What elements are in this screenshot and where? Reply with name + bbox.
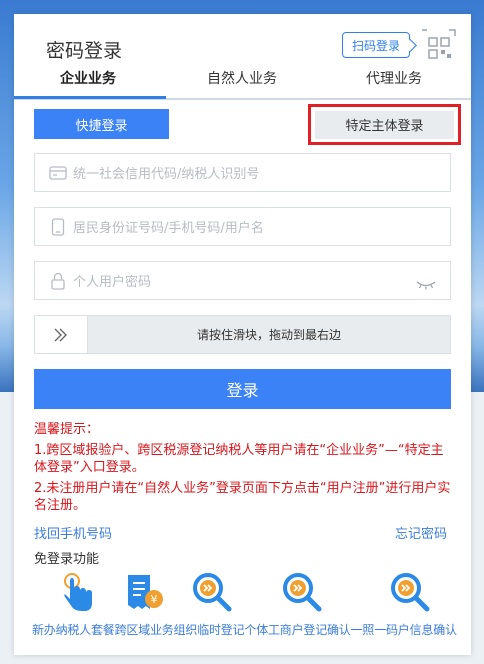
- lock-icon: [49, 272, 67, 290]
- page-title: 密码登录: [46, 40, 123, 62]
- double-chevron-right-icon: [54, 328, 67, 341]
- credit-code-placeholder: 统一社会信用代码/纳税人识别号: [73, 167, 260, 182]
- password-field[interactable]: 个人用户密码: [34, 261, 451, 300]
- phone-icon: [49, 217, 67, 236]
- hand-tap-icon[interactable]: [56, 571, 98, 613]
- no-login-function-labels[interactable]: 新办纳税人套餐跨区域业务组织临时登记个体工商户登记确认一照一码户信息确认: [32, 621, 457, 638]
- card-icon: [49, 164, 67, 182]
- credit-code-field[interactable]: 统一社会信用代码/纳税人识别号: [34, 153, 451, 192]
- active-tab-indicator: [14, 96, 166, 99]
- tax-receipt-icon[interactable]: ¥: [124, 571, 166, 613]
- slider-captcha: 请按住滑块，拖动到最右边: [34, 315, 451, 354]
- quick-login-button[interactable]: 快捷登录: [34, 109, 169, 139]
- tab-agent[interactable]: 代理业务: [366, 68, 422, 88]
- tab-individual[interactable]: 自然人业务: [207, 68, 277, 88]
- tab-enterprise[interactable]: 企业业务: [60, 68, 116, 88]
- no-login-title: 免登录功能: [34, 552, 100, 567]
- search-icon[interactable]: [389, 571, 431, 613]
- special-entity-login-highlight: 特定主体登录: [308, 104, 461, 145]
- login-button[interactable]: 登录: [34, 369, 451, 409]
- login-panel: 密码登录 扫码登录 企业业务 自然人业务 代理业务 快捷登录 特定主体登录 统一…: [14, 14, 471, 655]
- password-placeholder: 个人用户密码: [73, 275, 152, 290]
- notice-line-1: 1.跨区域报验户、跨区税源登记纳税人等用户请在“企业业务”—“特定主体登录”入口…: [34, 443, 444, 475]
- qr-code-icon[interactable]: [419, 26, 459, 66]
- recover-phone-link[interactable]: 找回手机号码: [34, 523, 112, 542]
- identity-field[interactable]: 居民身份证号码/手机号码/用户名: [34, 207, 451, 246]
- special-entity-login-button[interactable]: 特定主体登录: [315, 110, 454, 139]
- svg-text:¥: ¥: [151, 593, 158, 606]
- forgot-password-link[interactable]: 忘记密码: [395, 523, 447, 542]
- notice-line-2: 2.未注册用户请在“自然人业务”登录页面下方点击“用户注册”进行用户实名注册。: [34, 481, 451, 513]
- slider-handle[interactable]: [35, 316, 88, 353]
- eye-closed-icon[interactable]: [416, 275, 436, 294]
- identity-placeholder: 居民身份证号码/手机号码/用户名: [73, 221, 264, 236]
- slider-instruction: 请按住滑块，拖动到最右边: [196, 328, 341, 342]
- search-icon[interactable]: [281, 571, 323, 613]
- notice-title: 温馨提示：: [34, 422, 100, 437]
- business-tabs: 企业业务 自然人业务 代理业务: [14, 66, 471, 100]
- qr-login-button[interactable]: 扫码登录: [342, 32, 410, 58]
- search-icon[interactable]: [191, 571, 233, 613]
